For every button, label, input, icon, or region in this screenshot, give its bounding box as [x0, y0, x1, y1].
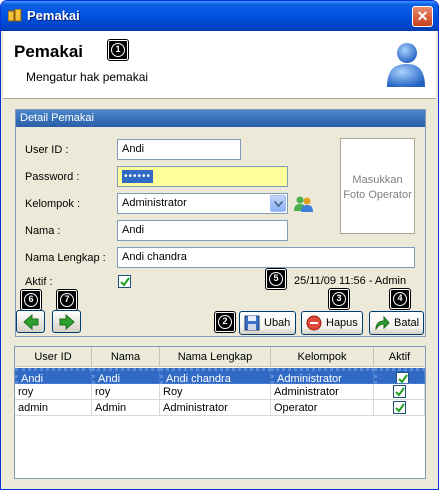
hapus-label: Hapus: [326, 317, 358, 329]
ubah-label: Ubah: [264, 317, 291, 329]
table-cell: admin: [15, 400, 92, 416]
table-row[interactable]: admin Admin Administrator Operator: [15, 400, 425, 416]
header-panel: Pemakai Mengatur hak pemakai: [3, 31, 436, 99]
groupbox-title: Detail Pemakai: [16, 110, 425, 127]
table-row[interactable]: roy roy Roy Administrator: [15, 384, 425, 400]
table-cell: roy: [15, 384, 92, 400]
ubah-button[interactable]: Ubah: [239, 311, 296, 335]
previous-button[interactable]: [16, 310, 45, 333]
check-icon: [120, 277, 130, 287]
column-header[interactable]: Nama Lengkap: [160, 347, 271, 367]
photo-placeholder[interactable]: Masukkan Foto Operator: [340, 138, 415, 234]
nama-lengkap-input[interactable]: Andi chandra: [117, 247, 415, 268]
user-icon: [387, 43, 425, 87]
table-cell: [374, 400, 425, 416]
kelompok-label: Kelompok :: [25, 198, 81, 210]
table-cell: Administrator: [271, 384, 374, 400]
column-header[interactable]: Nama: [92, 347, 160, 367]
column-header[interactable]: User ID: [15, 347, 92, 367]
nama-lengkap-label: Nama Lengkap :: [25, 252, 106, 264]
password-value: ••••••: [122, 170, 154, 183]
callout-badge-2: 2: [215, 312, 235, 332]
password-label: Password :: [25, 171, 80, 183]
title-bar[interactable]: Pemakai ✕: [1, 1, 438, 31]
page-subtitle: Mengatur hak pemakai: [26, 70, 149, 84]
table-cell: Andi: [15, 368, 92, 384]
password-input[interactable]: ••••••: [117, 166, 288, 187]
row-aktif-checkbox[interactable]: [393, 385, 406, 398]
table-row[interactable]: Andi Andi Andi chandra Administrator: [15, 368, 425, 384]
window-title: Pemakai: [27, 8, 80, 23]
column-header[interactable]: Aktif: [374, 347, 425, 367]
callout-badge-4: 4: [390, 289, 410, 309]
hapus-button[interactable]: Hapus: [301, 311, 363, 335]
user-id-input[interactable]: Andi: [117, 139, 241, 160]
user-id-label: User ID :: [25, 144, 69, 156]
aktif-checkbox[interactable]: [118, 275, 131, 288]
row-aktif-checkbox[interactable]: [396, 372, 409, 383]
arrow-right-icon: [59, 314, 75, 330]
save-icon: [244, 315, 260, 331]
table-cell: [374, 368, 425, 384]
aktif-label: Aktif :: [25, 276, 53, 288]
callout-badge-6: 6: [21, 290, 41, 310]
column-header[interactable]: Kelompok: [271, 347, 374, 367]
app-icon: [8, 9, 22, 22]
callout-badge-1: 1: [108, 40, 128, 60]
table-cell: Administrator: [160, 400, 271, 416]
kelompok-select[interactable]: Administrator: [117, 193, 288, 214]
table-cell: [374, 384, 425, 400]
table-cell: Andi: [92, 368, 160, 384]
pemakai-window: Pemakai ✕ Pemakai Mengatur hak pemakai 1…: [0, 0, 439, 490]
status-text: 25/11/09 11:56 - Admin: [294, 275, 407, 287]
table-cell: Roy: [160, 384, 271, 400]
table-cell: roy: [92, 384, 160, 400]
close-button[interactable]: ✕: [412, 6, 433, 27]
arrow-left-icon: [23, 314, 39, 330]
callout-badge-7: 7: [57, 290, 77, 310]
callout-badge-5: 5: [266, 269, 286, 289]
table-cell: Andi chandra: [160, 368, 271, 384]
check-icon: [395, 387, 405, 397]
batal-label: Batal: [394, 317, 420, 329]
nama-label: Nama :: [25, 225, 61, 237]
table-header: User ID Nama Nama Lengkap Kelompok Aktif: [15, 347, 425, 367]
check-icon: [398, 374, 408, 383]
next-button[interactable]: [52, 310, 81, 333]
nama-input[interactable]: Andi: [117, 220, 288, 241]
row-aktif-checkbox[interactable]: [393, 401, 406, 414]
table-cell: Operator: [271, 400, 374, 416]
check-icon: [395, 403, 405, 413]
delete-icon: [306, 315, 322, 331]
kelompok-selected-value: Administrator: [122, 197, 187, 209]
batal-button[interactable]: Batal: [369, 311, 424, 335]
callout-badge-3: 3: [329, 289, 349, 309]
table-cell: Administrator: [271, 368, 374, 384]
users-group-icon[interactable]: [294, 195, 314, 213]
undo-arrow-icon: [375, 315, 390, 331]
table-cell: Admin: [92, 400, 160, 416]
users-table: User ID Nama Nama Lengkap Kelompok Aktif…: [14, 346, 426, 479]
page-title: Pemakai: [14, 42, 83, 61]
chevron-down-icon[interactable]: [270, 195, 286, 212]
